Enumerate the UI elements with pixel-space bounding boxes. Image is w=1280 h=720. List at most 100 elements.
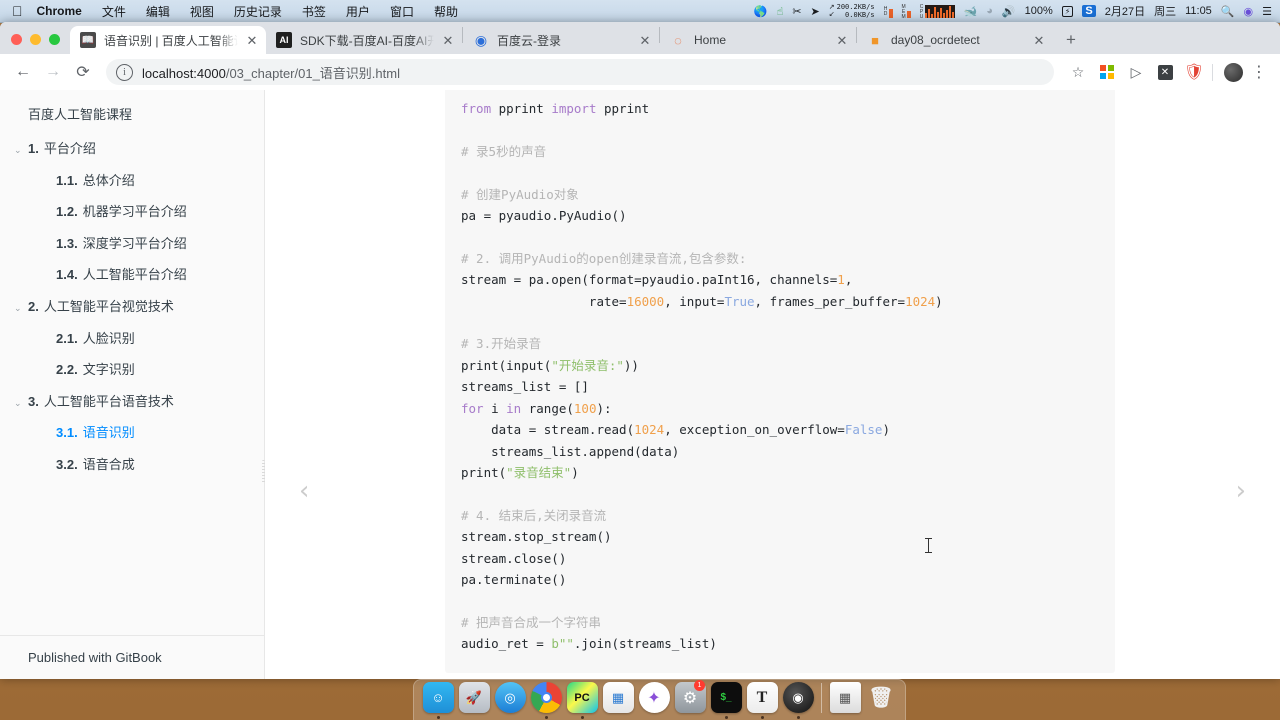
- pycharm-icon: PC: [566, 682, 598, 713]
- arrow-up-circle-icon[interactable]: ☝: [777, 5, 784, 18]
- code-token: for: [461, 400, 484, 416]
- new-tab-button[interactable]: +: [1057, 26, 1085, 54]
- sidebar-item-3-2[interactable]: 3.2. 语音合成: [0, 449, 264, 481]
- site-info-icon[interactable]: i: [116, 63, 133, 81]
- dock-item-terminal[interactable]: $_: [709, 680, 743, 720]
- dock-item-trash[interactable]: 🗑: [864, 680, 898, 720]
- browser-tab-1[interactable]: AI SDK下载-百度AI-百度AI开放平 ✕: [266, 26, 462, 54]
- bookmark-star-icon[interactable]: ☆: [1065, 59, 1091, 85]
- chrome-menu-icon[interactable]: ⋮: [1246, 59, 1272, 85]
- menu-item-view[interactable]: 视图: [190, 3, 214, 20]
- sidebar-item-2-1[interactable]: 2.1. 人脸识别: [0, 323, 264, 355]
- python-code[interactable]: from pprint import pprint # 录5秒的声音 # 创建P…: [461, 98, 1097, 655]
- menu-bar-time[interactable]: 11:05: [1185, 5, 1212, 17]
- menu-item-edit[interactable]: 编辑: [146, 3, 170, 20]
- sidebar-item-2[interactable]: ⌄ 2. 人工智能平台视觉技术: [0, 291, 264, 323]
- menu-item-profiles[interactable]: 用户: [346, 3, 370, 20]
- sidebar-item-label: 平台介绍: [43, 141, 96, 156]
- battery-icon[interactable]: ⚡: [1061, 5, 1074, 17]
- menu-item-chrome[interactable]: Chrome: [37, 4, 82, 18]
- microsoft-extension-icon[interactable]: [1094, 59, 1120, 85]
- tab-close-button[interactable]: ✕: [637, 32, 653, 48]
- code-token: in: [506, 400, 522, 416]
- browser-tab-4[interactable]: ■ day08_ocrdetect ✕: [857, 26, 1053, 54]
- code-token: pa.terminate(): [461, 571, 567, 587]
- typora-icon: T: [746, 682, 778, 713]
- dock-item-obs[interactable]: ◉: [781, 680, 815, 720]
- sidebar-item-3-1[interactable]: 3.1. 语音识别: [0, 417, 264, 449]
- previous-page-arrow[interactable]: ‹: [299, 478, 309, 504]
- dock-item-pycharm[interactable]: PC: [565, 680, 599, 720]
- dock-item-settings[interactable]: ⚙ 1: [673, 680, 707, 720]
- menu-item-history[interactable]: 历史记录: [234, 3, 282, 20]
- sidebar-item-1-3[interactable]: 1.3. 深度学习平台介绍: [0, 228, 264, 260]
- profile-avatar[interactable]: [1224, 62, 1243, 82]
- tab-close-button[interactable]: ✕: [440, 32, 456, 48]
- siri-icon[interactable]: ◉: [1244, 5, 1254, 18]
- menu-item-bookmarks[interactable]: 书签: [302, 3, 326, 20]
- shield-extension-icon[interactable]: 🛡: [1181, 59, 1207, 85]
- next-page-arrow[interactable]: ›: [1236, 478, 1246, 504]
- chevron-down-icon[interactable]: ⌄: [14, 303, 28, 314]
- volume-icon[interactable]: 🔊: [1002, 5, 1016, 18]
- sidebar-item-number: 1.4.: [56, 267, 78, 283]
- maximize-window-button[interactable]: [49, 34, 60, 45]
- menu-bar-weekday[interactable]: 周三: [1154, 3, 1176, 19]
- menu-item-file[interactable]: 文件: [102, 3, 126, 20]
- cursor-extension-icon[interactable]: ▷: [1123, 59, 1149, 85]
- close-x-icon: ✕: [1157, 64, 1173, 80]
- back-button[interactable]: ←: [8, 57, 38, 87]
- chevron-down-icon[interactable]: ⌄: [14, 398, 28, 409]
- sidebar-item-1-2[interactable]: 1.2. 机器学习平台介绍: [0, 196, 264, 228]
- browser-tab-3[interactable]: ◌ Home ✕: [660, 26, 856, 54]
- wifi-icon[interactable]: ◕: [986, 5, 993, 17]
- menu-item-help[interactable]: 帮助: [434, 3, 458, 20]
- sidebar-item-1[interactable]: ⌄ 1. 平台介绍: [0, 133, 264, 165]
- paper-plane-icon[interactable]: ➤: [811, 5, 820, 18]
- sidebar-item-number: 3.2.: [56, 456, 78, 472]
- shadowsocks-icon[interactable]: S: [1082, 5, 1096, 17]
- minimize-window-button[interactable]: [30, 34, 41, 45]
- terminal-icon: $_: [710, 682, 742, 713]
- menu-bar-date[interactable]: 2月27日: [1105, 3, 1145, 19]
- dock-item-keynote[interactable]: ▦: [601, 680, 635, 720]
- tab-close-button[interactable]: ✕: [1031, 32, 1047, 48]
- address-bar[interactable]: i localhost:4000/03_chapter/01_语音识别.html: [106, 59, 1054, 85]
- adblock-extension-icon[interactable]: ✕: [1152, 59, 1178, 85]
- sidebar-item-2-2[interactable]: 2.2. 文字识别: [0, 354, 264, 386]
- dock-item-eudic[interactable]: ✦: [637, 680, 671, 720]
- dock-item-finder[interactable]: ☺: [421, 680, 455, 720]
- scissors-icon[interactable]: ✂: [792, 5, 801, 18]
- sidebar-item-1-4[interactable]: 1.4. 人工智能平台介绍: [0, 259, 264, 291]
- network-speed-icon[interactable]: ↗ ↙ 200.2KB/s 0.0KB/s: [829, 3, 875, 19]
- spotlight-search-icon[interactable]: 🔍: [1221, 5, 1235, 18]
- sidebar-item-number: 1.: [28, 141, 39, 156]
- eudic-icon: ✦: [638, 682, 670, 713]
- sidebar-item-1-1[interactable]: 1.1. 总体介绍: [0, 165, 264, 197]
- dock-item-safari[interactable]: ◎: [493, 680, 527, 720]
- book-title[interactable]: 百度人工智能课程: [0, 96, 264, 133]
- menu-item-window[interactable]: 窗口: [390, 3, 414, 20]
- globe-icon[interactable]: 🌎: [754, 5, 768, 18]
- chevron-down-icon[interactable]: ⌄: [14, 145, 28, 156]
- dock-item-chrome[interactable]: [529, 680, 563, 720]
- browser-tab-0[interactable]: 📖 语音识别 | 百度人工智能课程 ✕: [70, 26, 266, 54]
- battery-percent-label[interactable]: 100%: [1025, 5, 1053, 17]
- dock-item-downloads[interactable]: ▦: [828, 680, 862, 720]
- sidebar-item-3[interactable]: ⌄ 3. 人工智能平台语音技术: [0, 386, 264, 418]
- forward-button[interactable]: →: [38, 57, 68, 87]
- docker-icon[interactable]: 🐋: [964, 5, 978, 18]
- cpu-graph-icon[interactable]: CPU: [919, 4, 955, 19]
- dock-item-typora[interactable]: T: [745, 680, 779, 720]
- memory-meter-icon[interactable]: MEM: [901, 4, 911, 19]
- close-window-button[interactable]: [11, 34, 22, 45]
- browser-tab-2[interactable]: ◉ 百度云-登录 ✕: [463, 26, 659, 54]
- control-center-icon[interactable]: ☰: [1262, 5, 1272, 18]
- sidebar-footer[interactable]: Published with GitBook: [0, 635, 264, 679]
- hdd-meter-icon[interactable]: HD: [883, 5, 893, 18]
- dock-item-launchpad[interactable]: 🚀: [457, 680, 491, 720]
- tab-close-button[interactable]: ✕: [244, 32, 260, 48]
- apple-icon[interactable]: : [12, 4, 23, 18]
- tab-close-button[interactable]: ✕: [834, 32, 850, 48]
- reload-button[interactable]: ⟳: [68, 57, 98, 87]
